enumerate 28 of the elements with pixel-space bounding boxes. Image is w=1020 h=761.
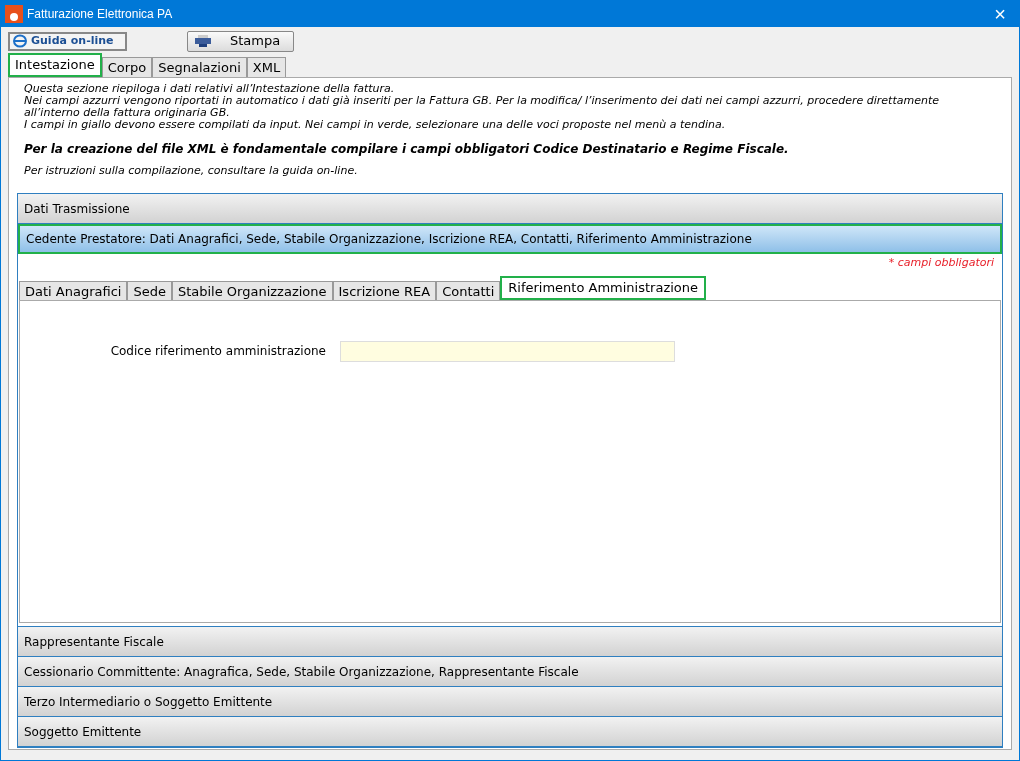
tab[interactable]: Intestazione <box>8 53 102 77</box>
window-title: Fatturazione Elettronica PA <box>27 6 173 23</box>
print-button[interactable]: Stampa <box>187 30 294 52</box>
tab[interactable]: Riferimento Amministrazione <box>500 275 707 300</box>
tab[interactable]: Iscrizione REA <box>332 280 437 300</box>
required-note: * campi obbligatori <box>888 255 995 271</box>
tab[interactable]: Contatti <box>436 280 501 300</box>
section-header[interactable]: Cessionario Committente: Anagrafica, Sede, Stabile Organizzazione, Rappresentante Fiscale <box>18 657 1002 687</box>
input-field[interactable] <box>340 340 675 362</box>
tab[interactable]: Stabile Organizzazione <box>171 280 333 300</box>
tab[interactable]: Corpo <box>101 57 153 77</box>
section-header[interactable]: Cedente Prestatore: Dati Anagrafici, Sede, Stabile Organizzazione, Iscrizione REA, Contatti, Riferimento Amministrazione <box>18 224 1002 254</box>
section-header[interactable]: Terzo Intermediario o Soggetto Emittente <box>18 687 1002 717</box>
field-label: Codice riferimento amministrazione <box>109 343 327 360</box>
tab[interactable]: XML <box>246 57 287 77</box>
tab[interactable]: Segnalazioni <box>152 57 247 77</box>
help-button[interactable]: Guida on-line <box>8 31 127 51</box>
info-paragraph: Questa sezione riepiloga i dati relativi all’Intestazione della fattura. Nei campi azzurri vengono riportati in automatico i dati già inseriti per la Fattura GB. Per la modifica/ l’inserimento dei dati nei campi azzurri, procedere direttamente all’interno della fattura originaria GB. I campi in giallo devono essere compilati da input. Nei campi in verde, selezionare una delle voci proposte nel menù a tendina. <box>24 83 940 131</box>
printer-icon <box>194 34 212 48</box>
section-header[interactable]: Soggetto Emittente <box>18 717 1002 747</box>
section-header[interactable]: Rappresentante Fiscale <box>18 627 1002 657</box>
tab[interactable]: Dati Anagrafici <box>19 280 128 300</box>
app-logo-icon <box>5 5 23 23</box>
section-header[interactable]: Dati Trasmissione <box>18 194 1002 224</box>
close-button[interactable]: × <box>985 2 1015 26</box>
info-paragraph: Per istruzioni sulla compilazione, consultare la guida on-line. <box>24 165 359 177</box>
info-paragraph: Per la creazione del file XML è fondamentale compilare i campi obbligatori Codice Destinatario e Regime Fiscale. <box>24 143 790 155</box>
tab[interactable]: Sede <box>127 280 172 300</box>
